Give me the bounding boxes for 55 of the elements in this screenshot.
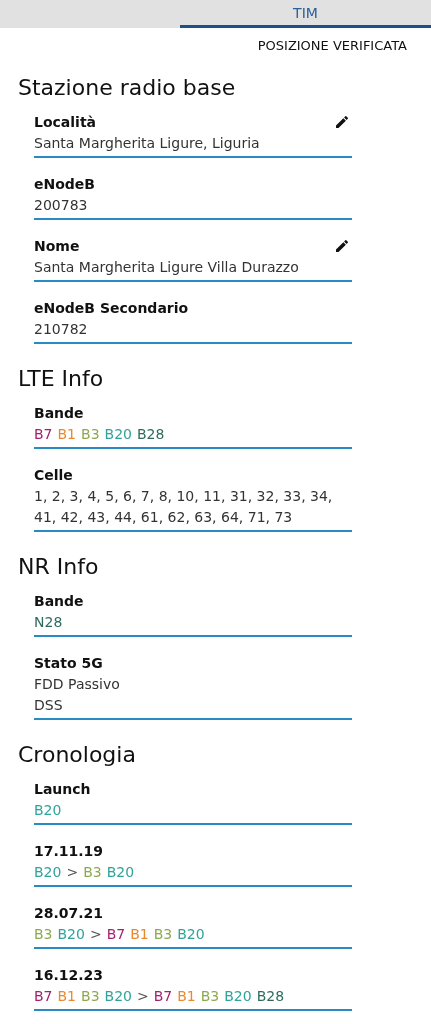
arrow-separator: > [89,925,102,944]
field-label: Nome [34,237,80,256]
arrow-separator: > [66,863,79,882]
pencil-icon[interactable] [334,238,350,254]
band-label: B20 [34,863,62,882]
field-value: FDD Passivo [34,675,121,694]
status-button[interactable]: POSIZIONE VERIFICATA [257,38,407,53]
field-label: 17.11.19 [34,842,104,861]
band-label: B7 [34,987,53,1006]
band-label: B7 [106,925,126,944]
band-label: B3 [81,425,100,444]
band-label: B20 [34,801,62,820]
band-label: B3 [34,925,53,944]
band-label: B28 [256,987,285,1006]
tab[interactable]: TIM [180,0,431,28]
field-label: eNodeB Secondario [34,299,189,318]
section-title: Cronologia [18,742,137,767]
band-label: B1 [130,925,149,944]
band-label: B3 [81,987,100,1006]
band-label: B20 [177,925,205,944]
arrow-separator: > [136,987,149,1006]
band-label: B1 [177,987,196,1006]
band-label: B1 [57,425,77,444]
band-label: B20 [57,925,85,944]
band-label: B3 [83,863,102,882]
field-label: Stato 5G [34,654,103,673]
section-title: NR Info [18,554,100,579]
field-value: 200783 [34,196,89,215]
field-label: Bande [34,404,84,423]
band-label: B3 [200,987,220,1006]
field-label: Celle [34,466,73,485]
field-label: Launch [34,780,91,799]
band-label: B7 [34,425,53,444]
band-label: B20 [104,987,132,1006]
field-value: 1, 2, 3, 4, 5, 6, 7, 8, 10, 11, 31, 32, 33, 34, 41, 42, 43, 44, 61, 62, 63, 64, 71, 73 [34,487,334,527]
field-label: eNodeB [34,175,96,194]
field-label: Bande [34,592,84,611]
band-label: N28 [34,613,63,632]
band-label: B1 [57,987,77,1006]
field-label: 16.12.23 [34,966,104,985]
field-value: 210782 [34,320,89,339]
band-label: B20 [104,425,132,444]
field-value: Santa Margherita Ligure, Liguria [34,134,261,153]
section-title: Stazione radio base [18,75,237,100]
band-label: B20 [106,863,135,882]
band-label: B3 [153,925,173,944]
field-value: DSS [34,696,64,715]
section-title: LTE Info [18,366,105,391]
field-value: Santa Margherita Ligure Villa Durazzo [34,258,300,277]
pencil-icon[interactable] [334,114,350,130]
band-label: B28 [136,425,165,444]
band-label: B7 [153,987,173,1006]
field-label: 28.07.21 [34,904,104,923]
field-label: Località [34,113,97,132]
band-label: B20 [224,987,252,1006]
